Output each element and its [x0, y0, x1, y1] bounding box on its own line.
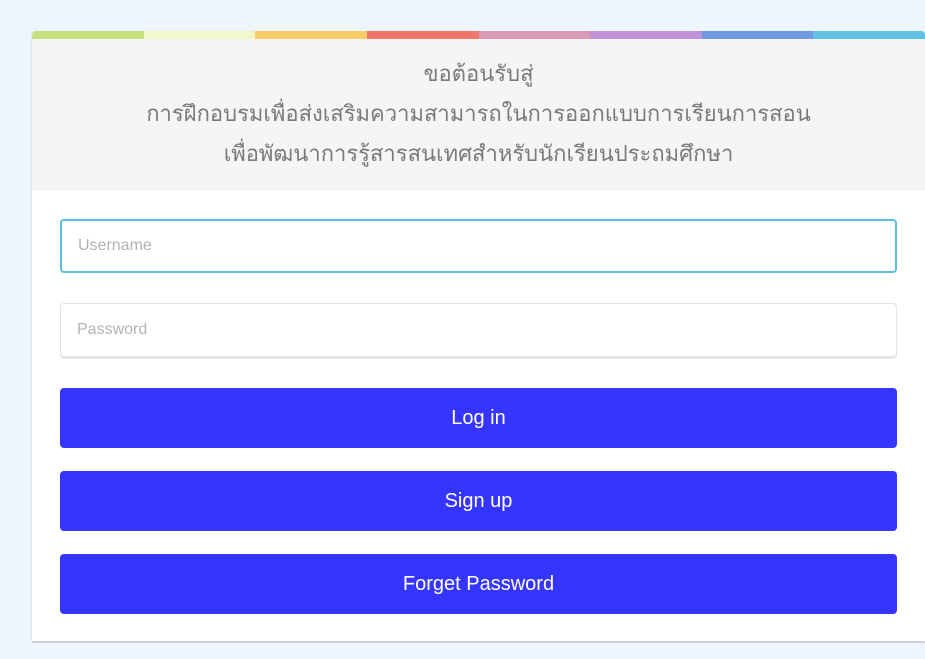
training-title-line: การฝึกอบรมเพื่อส่งเสริมความสามารถในการออ…: [146, 102, 811, 127]
forget-password-button[interactable]: Forget Password: [60, 554, 897, 614]
color-strip-segment: [32, 31, 144, 39]
welcome-header: ขอต้อนรับสู่ การฝึกอบรมเพื่อส่งเสริมความ…: [32, 39, 925, 191]
color-strip-segment: [255, 31, 367, 39]
login-card: ขอต้อนรับสู่ การฝึกอบรมเพื่อส่งเสริมความ…: [32, 31, 925, 641]
username-input[interactable]: [60, 219, 897, 273]
training-subtitle-line: เพื่อพัฒนาการรู้สารสนเทศสำหรับนักเรียนปร…: [223, 142, 734, 167]
login-form: Log in Sign up Forget Password: [32, 219, 925, 614]
welcome-line: ขอต้อนรับสู่: [423, 62, 534, 87]
color-strip-segment: [143, 31, 256, 39]
color-strip: [32, 31, 925, 39]
color-strip-segment: [813, 31, 925, 39]
color-strip-segment: [701, 31, 814, 39]
color-strip-segment: [366, 31, 479, 39]
color-strip-segment: [478, 31, 591, 39]
color-strip-segment: [590, 31, 702, 39]
password-input[interactable]: [60, 303, 897, 357]
signup-button[interactable]: Sign up: [60, 471, 897, 531]
login-button[interactable]: Log in: [60, 388, 897, 448]
